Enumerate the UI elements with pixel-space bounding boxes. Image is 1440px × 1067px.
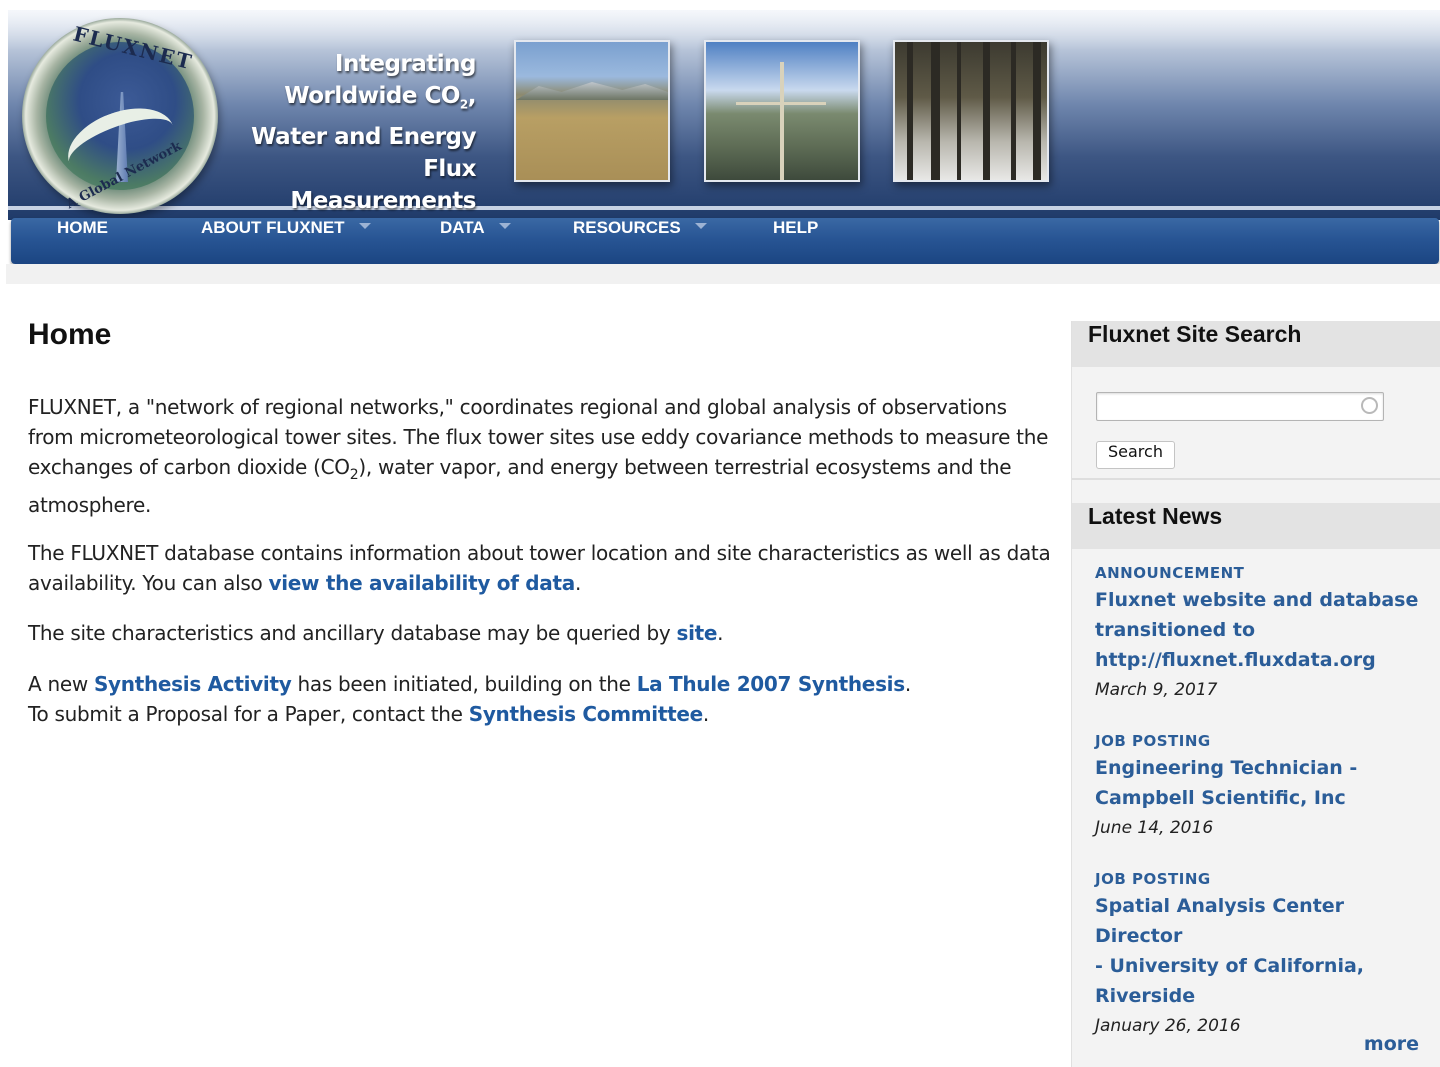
site-text-b: .	[717, 621, 724, 645]
availability-link[interactable]: view the availability of data	[268, 571, 575, 595]
news-title-link[interactable]: Engineering Technician - Campbell Scient…	[1095, 753, 1435, 813]
intro-paragraph: FLUXNET, a "network of regional networks…	[28, 392, 1058, 520]
synthesis-text-a: A new	[28, 672, 94, 696]
news-title-line: Fluxnet website and database	[1095, 589, 1419, 611]
nav-resources[interactable]: RESOURCES	[573, 218, 707, 264]
photo-mountains	[516, 82, 668, 100]
site-tagline: Integrating Worldwide CO2, Water and Ene…	[240, 48, 476, 217]
news-title-line: Spatial Analysis Center Director	[1095, 895, 1345, 947]
header-photo-tower	[704, 40, 860, 182]
chevron-down-icon	[498, 222, 511, 229]
news-title-line: Campbell Scientific, Inc	[1095, 787, 1346, 809]
header-divider	[8, 206, 1440, 210]
nav-help-label: HELP	[773, 218, 819, 237]
site-link[interactable]: site	[676, 621, 717, 645]
nav-resources-label: RESOURCES	[573, 218, 681, 237]
news-title-line: - University of California,	[1095, 955, 1365, 977]
database-paragraph: The FLUXNET database contains informatio…	[28, 538, 1058, 598]
page-title: Home	[28, 318, 112, 351]
nav-shadow-band	[6, 264, 1440, 284]
news-item: JOB POSTING Engineering Technician - Cam…	[1095, 731, 1435, 843]
news-title-line: http://fluxnet.fluxdata.org	[1095, 649, 1376, 671]
header-photo-grassland	[514, 40, 670, 182]
search-block-header: Fluxnet Site Search	[1072, 321, 1440, 367]
tagline-comma: ,	[467, 83, 477, 109]
search-input[interactable]	[1096, 392, 1384, 421]
more-news-link[interactable]: more	[1364, 1033, 1419, 1055]
news-title-link[interactable]: Spatial Analysis Center Director - Unive…	[1095, 891, 1435, 1011]
site-header: FLUXNET A Global Network Integrating Wor…	[8, 10, 1440, 220]
photo-trunk	[957, 42, 961, 180]
nav-about-fluxnet[interactable]: ABOUT FLUXNET	[201, 218, 371, 264]
chevron-down-icon	[694, 222, 707, 229]
news-block-header: Latest News	[1072, 503, 1440, 549]
nav-about-label: ABOUT FLUXNET	[201, 218, 345, 237]
tagline-sub: 2	[459, 97, 468, 112]
tagline-line-2-text: Worldwide CO	[284, 83, 460, 109]
synthesis-text-b: has been initiated, building on the	[291, 672, 637, 696]
search-block-title: Fluxnet Site Search	[1088, 321, 1302, 347]
site-paragraph: The site characteristics and ancillary d…	[28, 618, 1058, 648]
chevron-down-icon	[358, 222, 371, 229]
nav-home[interactable]: HOME	[57, 218, 108, 264]
synthesis-text-d: To submit a Proposal for a Paper, contac…	[28, 702, 469, 726]
database-text-b: .	[574, 571, 582, 595]
sidebar: Fluxnet Site Search Search Latest News A…	[1071, 321, 1440, 1067]
news-title-line: Engineering Technician -	[1095, 757, 1358, 779]
news-date: March 9, 2017	[1095, 680, 1218, 700]
main-content: Home FLUXNET, a "network of regional net…	[28, 318, 1058, 726]
nav-home-label: HOME	[57, 218, 108, 237]
news-item: JOB POSTING Spatial Analysis Center Dire…	[1095, 869, 1435, 1041]
photo-trunk	[931, 42, 940, 180]
photo-trunk	[1011, 42, 1016, 180]
news-title-line: Riverside	[1095, 985, 1196, 1007]
news-block-title: Latest News	[1088, 503, 1223, 529]
la-thule-link[interactable]: La Thule 2007 Synthesis	[637, 672, 905, 696]
site-text-a: The site characteristics and ancillary d…	[28, 621, 677, 645]
news-title-link[interactable]: Fluxnet website and database transitione…	[1095, 585, 1435, 675]
photo-mast	[780, 62, 784, 180]
news-category: JOB POSTING	[1095, 732, 1211, 750]
tagline-line-3: Water and Energy	[251, 123, 476, 150]
photo-trunk	[1033, 42, 1041, 180]
news-category: JOB POSTING	[1095, 870, 1211, 888]
news-item: ANNOUNCEMENT Fluxnet website and databas…	[1095, 563, 1435, 705]
nav-help[interactable]: HELP	[773, 218, 818, 264]
search-button[interactable]: Search	[1096, 441, 1175, 469]
tagline-line-4: Flux Measurements	[290, 155, 476, 214]
photo-arm	[736, 102, 826, 105]
news-title-line: transitioned to	[1095, 619, 1256, 641]
sidebar-divider	[1072, 478, 1440, 480]
synthesis-committee-link[interactable]: Synthesis Committee	[469, 702, 703, 726]
tagline-line-2: Worldwide CO2,	[240, 80, 476, 121]
tagline-line-1: Integrating	[334, 51, 477, 77]
main-nav: HOME ABOUT FLUXNET DATA RESOURCES HELP	[11, 218, 1439, 264]
synthesis-text-e: .	[702, 702, 709, 726]
synthesis-text-c: .	[904, 672, 911, 696]
header-photo-forest	[893, 40, 1049, 182]
synthesis-activity-link[interactable]: Synthesis Activity	[94, 672, 292, 696]
nav-data-label: DATA	[440, 218, 485, 237]
photo-trunk	[907, 42, 913, 180]
synthesis-paragraph: A new Synthesis Activity has been initia…	[28, 669, 1058, 729]
photo-trunk	[983, 42, 990, 180]
news-date: June 14, 2016	[1095, 818, 1214, 838]
nav-data[interactable]: DATA	[440, 218, 511, 264]
fluxnet-logo[interactable]: FLUXNET A Global Network	[22, 18, 218, 214]
page: FLUXNET A Global Network Integrating Wor…	[0, 0, 1440, 1067]
news-category: ANNOUNCEMENT	[1095, 564, 1245, 582]
